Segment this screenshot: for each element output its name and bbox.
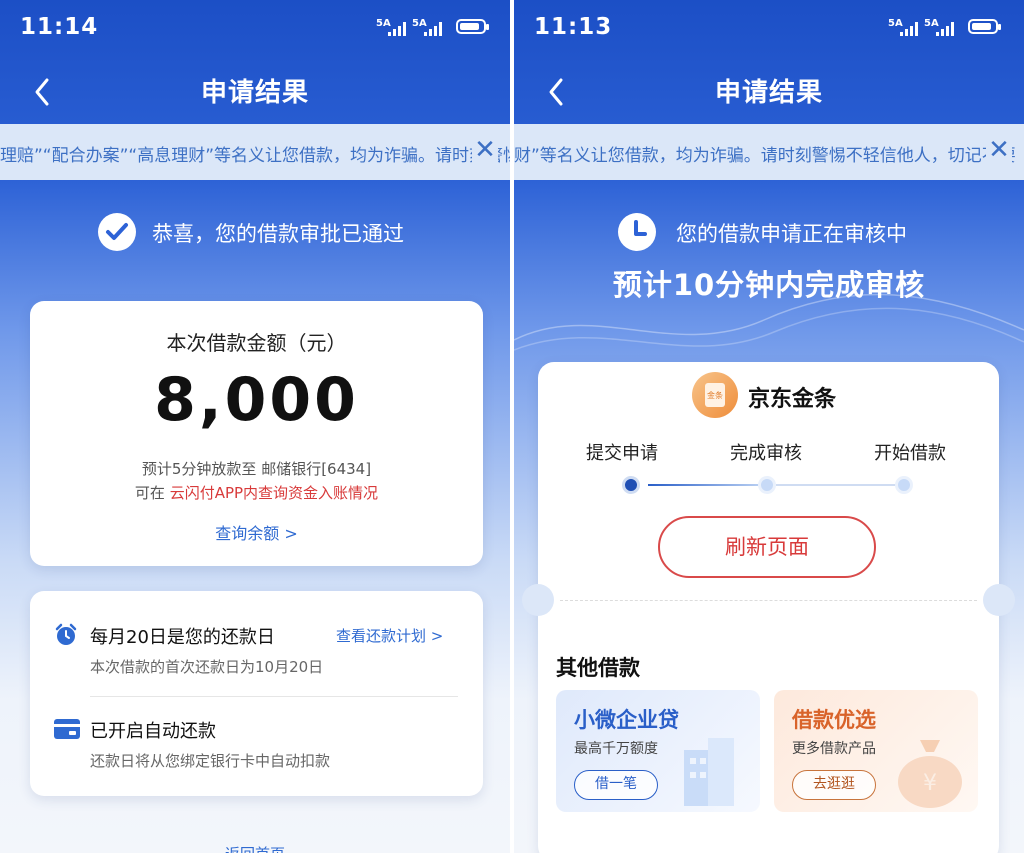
view-repayment-plan-link[interactable]: 查看还款计划 >: [336, 625, 443, 646]
building-icon: [684, 738, 734, 806]
repayment-day-title: 每月20日是您的还款日: [90, 627, 275, 648]
money-bag-icon: ¥: [898, 740, 962, 808]
loan-offer-preferred[interactable]: ¥ 借款优选 更多借款产品 去逛逛: [774, 690, 978, 812]
amount-label: 本次借款金额（元）: [166, 331, 347, 355]
signal-icon: [424, 22, 442, 36]
check-balance-link[interactable]: 查询余额 >: [30, 520, 483, 544]
other-loans-title: 其他借款: [556, 656, 640, 680]
loan-offer-name: 小微企业贷: [574, 708, 679, 732]
nav-bar: 申请结果: [0, 60, 510, 122]
bank-card-icon: [54, 719, 80, 739]
check-funds-highlight: 云闪付APP内查询资金入账情况: [169, 484, 379, 502]
browse-button[interactable]: 去逛逛: [792, 770, 876, 800]
loan-offer-sub: 最高千万额度: [574, 741, 658, 757]
screen-loan-reviewing: 11:13 5A 5A 申请结果 财”等名义让您借款，均为诈骗。请时刻警惕不轻信…: [514, 0, 1024, 853]
clock-icon: [618, 213, 656, 251]
step-label-start: 开始借款: [874, 443, 946, 464]
battery-icon: [456, 19, 489, 34]
amount-value: 8,000: [154, 365, 359, 435]
approval-message: 恭喜，您的借款审批已通过: [152, 222, 404, 246]
dashed-divider: [560, 600, 977, 601]
loan-process-card: 金条 京东金条 提交申请 完成审核 开始借款 刷新页面 其他借款 小微企业贷 最…: [522, 362, 1015, 853]
borrow-one-button[interactable]: 借一笔: [574, 770, 658, 800]
close-icon[interactable]: ✕: [472, 135, 498, 165]
review-message: 您的借款申请正在审核中: [676, 222, 907, 246]
wave-decoration: [514, 293, 1024, 351]
first-repayment-note: 本次借款的首次还款日为10月20日: [90, 658, 324, 676]
refresh-page-button[interactable]: 刷新页面: [658, 516, 876, 578]
auto-repay-note: 还款日将从您绑定银行卡中自动扣款: [90, 752, 331, 770]
fraud-notice-banner: 财”等名义让您借款，均为诈骗。请时刻警惕不轻信他人，切记不要 ✕: [514, 124, 1024, 180]
page-title: 申请结果: [714, 78, 823, 108]
loan-offer-name: 借款优选: [792, 708, 876, 732]
loan-amount-card: 本次借款金额（元） 8,000 预计5分钟放款至 邮储银行[6434] 可在 云…: [30, 301, 483, 566]
step-dot: [758, 476, 776, 494]
logo-text: 金条: [705, 383, 725, 407]
ticket-notch: [522, 584, 554, 616]
battery-icon: [968, 19, 1001, 34]
status-bar: 11:14 5A 5A: [0, 0, 510, 56]
close-icon[interactable]: ✕: [986, 135, 1012, 165]
ticket-notch: [983, 584, 1015, 616]
progress-line: [648, 484, 766, 486]
back-home-link[interactable]: 返回首页: [0, 843, 510, 853]
status-time: 11:14: [20, 14, 99, 40]
signal-icon: [388, 22, 406, 36]
disbursement-note: 预计5分钟放款至 邮储银行[6434]: [141, 460, 372, 478]
screen-loan-approved: 11:14 5A 5A 申请结果 理赔”“配合办案”“高息理财”等名义让您借款，…: [0, 0, 510, 853]
step-dot: [895, 476, 913, 494]
jd-jintiao-logo: 金条: [692, 372, 738, 418]
step-dot-active: [622, 476, 640, 494]
progress-line: [776, 484, 904, 486]
divider: [90, 696, 458, 697]
notice-text: 财”等名义让您借款，均为诈骗。请时刻警惕不轻信他人，切记不要: [514, 146, 1016, 166]
svg-text:¥: ¥: [923, 771, 937, 796]
nav-bar: 申请结果: [514, 60, 1024, 122]
auto-repay-title: 已开启自动还款: [90, 721, 216, 742]
check-funds-prefix: 可在: [134, 484, 170, 502]
page-title: 申请结果: [200, 78, 309, 108]
alarm-clock-icon: [55, 623, 77, 645]
loan-offer-sub: 更多借款产品: [792, 741, 876, 757]
step-label-review: 完成审核: [730, 443, 802, 464]
repayment-card: 每月20日是您的还款日 查看还款计划 > 本次借款的首次还款日为10月20日 已…: [30, 591, 483, 796]
status-time: 11:13: [534, 14, 613, 40]
signal-icon: [936, 22, 954, 36]
fraud-notice-banner: 理赔”“配合办案”“高息理财”等名义让您借款，均为诈骗。请时刻警惕不轻信他人 ✕: [0, 124, 510, 180]
signal-icon: [900, 22, 918, 36]
check-funds-note: 可在 云闪付APP内查询资金入账情况: [30, 482, 483, 503]
status-bar: 11:13 5A 5A: [514, 0, 1024, 56]
loan-offer-small-business[interactable]: 小微企业贷 最高千万额度 借一笔: [556, 690, 760, 812]
approval-status: 恭喜，您的借款审批已通过: [0, 210, 510, 254]
product-name: 京东金条: [748, 387, 837, 412]
review-status: 您的借款申请正在审核中: [514, 210, 1024, 254]
check-icon: [98, 213, 136, 251]
notice-text: 理赔”“配合办案”“高息理财”等名义让您借款，均为诈骗。请时刻警惕不轻信他人: [0, 146, 510, 166]
step-label-submit: 提交申请: [586, 443, 658, 464]
